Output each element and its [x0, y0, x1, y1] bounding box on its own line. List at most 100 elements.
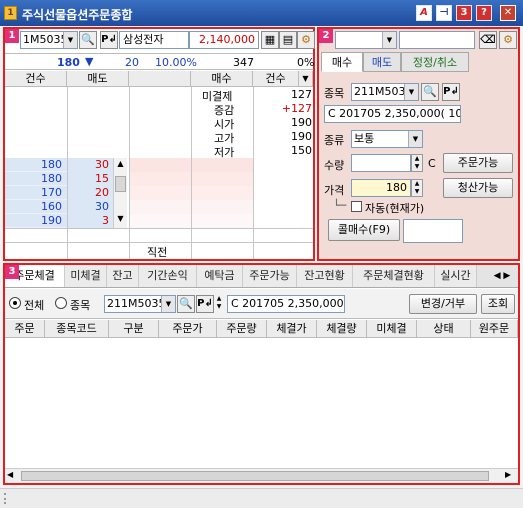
- tab-4[interactable]: 예탁금: [197, 265, 243, 287]
- p-arrow-icon[interactable]: P↲: [442, 83, 460, 101]
- chevron-down-icon[interactable]: ▼: [408, 131, 422, 147]
- search-icon[interactable]: 🔍: [177, 295, 195, 313]
- p2-top-field[interactable]: [399, 31, 475, 49]
- p2-top-combo[interactable]: ▼: [335, 31, 397, 49]
- depth-qty: 30: [95, 158, 109, 171]
- p1-code-value: 1M5035: [23, 33, 68, 46]
- chevron-up-icon[interactable]: ▲: [114, 159, 127, 168]
- col-header[interactable]: 원주문: [471, 320, 518, 338]
- search-icon[interactable]: 🔍: [79, 31, 97, 49]
- panel-2-badge: 2: [319, 29, 333, 43]
- radio-item-label: 종목: [70, 299, 91, 312]
- chevron-down-icon[interactable]: ▼: [382, 32, 396, 48]
- grip-icon: [4, 493, 10, 504]
- order-history-panel: 주문체결 미체결 잔고 기간손익 예탁금 주문가능 잔고현황 주문체결현황 실시간 ◀ ▶ 3 …: [3, 263, 520, 485]
- p3-hscroll-thumb[interactable]: [21, 471, 489, 481]
- help-icon[interactable]: ?: [476, 5, 492, 21]
- gear-icon[interactable]: ⚙: [297, 31, 315, 49]
- p1-code-combo[interactable]: 1M5035 ▼: [20, 31, 78, 49]
- chevron-down-icon[interactable]: ▼: [404, 84, 418, 100]
- chevron-left-icon[interactable]: ◀: [7, 470, 13, 479]
- gear-icon[interactable]: ⚙: [499, 31, 517, 49]
- depth-row[interactable]: 180 30: [5, 158, 313, 172]
- modify-reject-button[interactable]: 변경/거부: [409, 294, 477, 314]
- chevron-right-icon[interactable]: ▶: [505, 470, 511, 479]
- order-avail-button[interactable]: 주문가능: [443, 153, 513, 173]
- p-arrow-icon[interactable]: P↲: [196, 295, 214, 313]
- tab-5[interactable]: 주문가능: [243, 265, 297, 287]
- p-arrow-icon[interactable]: P↲: [100, 31, 118, 49]
- tab-7[interactable]: 주문체결현황: [353, 265, 435, 287]
- p1-vol-pct: 0%: [297, 56, 315, 69]
- col-header[interactable]: 주문가: [159, 320, 217, 338]
- call-buy-button[interactable]: 콜매수(F9): [328, 219, 400, 241]
- hdr-sell: 매도: [67, 71, 129, 87]
- p2-type-combo[interactable]: 보통 ▼: [351, 130, 423, 148]
- title-bar: 1 주식선물옵션주문종합 A ⊣ 3 ? ✕: [0, 0, 523, 26]
- stat-value: 150: [291, 144, 312, 157]
- query-button[interactable]: 조회: [481, 294, 515, 314]
- eraser-icon[interactable]: ⌫: [479, 31, 497, 49]
- p1-change: 20: [125, 56, 139, 69]
- p3-hscrollbar[interactable]: ◀ ▶: [5, 468, 518, 483]
- col-header[interactable]: 상태: [417, 320, 471, 338]
- calc-icon[interactable]: ▦: [261, 31, 279, 49]
- depth-row[interactable]: 190 3: [5, 214, 313, 228]
- depth-price: 190: [41, 214, 62, 227]
- search-icon[interactable]: 🔍: [421, 83, 439, 101]
- p2-desc-field: C 201705 2,350,000( 10): [324, 105, 461, 123]
- radio-item[interactable]: [55, 297, 67, 309]
- tab-6[interactable]: 잔고현황: [297, 265, 353, 287]
- tab-scroll-arrows[interactable]: ◀ ▶: [487, 268, 517, 284]
- stat-row: 미결제 127: [192, 88, 312, 103]
- tab-3[interactable]: 기간손익: [139, 265, 197, 287]
- p3-header-row: 주문 종목코드 구분 주문가 주문량 체결가 체결량 미체결 상태 원주문: [5, 320, 518, 338]
- stat-value: 127: [291, 88, 312, 101]
- chevron-down-icon[interactable]: ▼: [63, 32, 77, 48]
- depth-row[interactable]: 180 15: [5, 172, 313, 186]
- p1-scrollbar[interactable]: ▲ ▼: [113, 158, 127, 228]
- auto-price-checkbox[interactable]: [351, 201, 362, 212]
- depth-price: 170: [41, 186, 62, 199]
- p1-bottom-label: 직전: [147, 246, 168, 259]
- chevron-down-icon[interactable]: ▼: [299, 71, 313, 87]
- p2-code-combo[interactable]: 211M5035 ▼: [351, 83, 419, 101]
- tab-2[interactable]: 잔고: [107, 265, 139, 287]
- col-header[interactable]: 주문량: [217, 320, 267, 338]
- p1-scroll-thumb[interactable]: [115, 176, 126, 192]
- settle-avail-button[interactable]: 청산가능: [443, 178, 513, 198]
- p3-code-combo[interactable]: 211M5035 ▼: [104, 295, 176, 313]
- font-a-icon[interactable]: A: [416, 5, 432, 21]
- p2-price-input[interactable]: 180: [351, 179, 411, 197]
- stat-value: 190: [291, 130, 312, 143]
- doc-icon[interactable]: ▤: [279, 31, 297, 49]
- p2-buy-extra-field[interactable]: [403, 219, 463, 243]
- tab-1[interactable]: 미체결: [65, 265, 107, 287]
- depth-row[interactable]: 170 20: [5, 186, 313, 200]
- chevron-down-icon[interactable]: ▼: [114, 214, 127, 223]
- qty-stepper[interactable]: ▲ ▼: [411, 154, 423, 172]
- p1-info-row: 180 ▼ 20 10.00% 347 0%: [5, 53, 315, 70]
- col-header[interactable]: 체결량: [317, 320, 367, 338]
- p2-qty-input[interactable]: [351, 154, 411, 172]
- col-header[interactable]: 미체결: [367, 320, 417, 338]
- radio-all[interactable]: [9, 297, 21, 309]
- p1-name-field: 삼성전자: [119, 31, 189, 49]
- close-icon[interactable]: ✕: [500, 5, 516, 21]
- depth-row[interactable]: 160 30: [5, 200, 313, 214]
- p3-stepper[interactable]: ▲ ▼: [214, 295, 224, 313]
- pin-icon[interactable]: ⊣: [436, 5, 452, 21]
- p3-desc-field: C 201705 2,350,000: [227, 295, 345, 313]
- col-header[interactable]: 종목코드: [45, 320, 109, 338]
- tab-sell[interactable]: 매도: [363, 52, 401, 72]
- col-header[interactable]: 주문: [5, 320, 45, 338]
- tab-modify-cancel[interactable]: 정정/취소: [401, 52, 469, 72]
- tab-buy[interactable]: 매수: [321, 52, 363, 72]
- tab-8[interactable]: 실시간: [435, 265, 477, 287]
- price-stepper[interactable]: ▲ ▼: [411, 179, 423, 197]
- window-title: 주식선물옵션주문종합: [22, 8, 133, 22]
- col-header[interactable]: 체결가: [267, 320, 317, 338]
- col-header[interactable]: 구분: [109, 320, 159, 338]
- three-icon[interactable]: 3: [456, 5, 472, 21]
- chevron-down-icon[interactable]: ▼: [161, 296, 175, 312]
